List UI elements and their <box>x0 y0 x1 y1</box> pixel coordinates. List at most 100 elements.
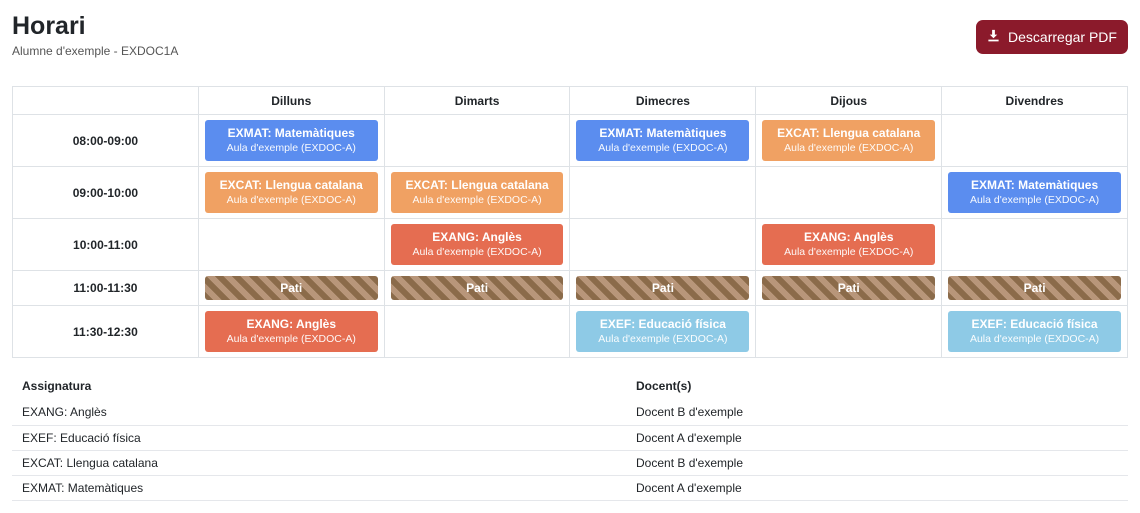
time-slot: 10:00-11:00 <box>12 218 199 271</box>
class-room: Aula d'exemple (EXDOC-A) <box>784 142 914 154</box>
time-slot: 09:00-10:00 <box>12 166 199 219</box>
schedule-cell: EXCAT: Llengua catalana Aula d'exemple (… <box>197 166 385 219</box>
day-header: Dijous <box>755 86 943 115</box>
schedule-cell: EXANG: Anglès Aula d'exemple (EXDOC-A) <box>197 305 385 358</box>
schedule-cell: EXMAT: Matemàtiques Aula d'exemple (EXDO… <box>941 166 1128 219</box>
class-subject: EXANG: Anglès <box>803 230 894 244</box>
table-row: EXCAT: Llengua catalana Docent B d'exemp… <box>12 450 1128 476</box>
schedule-row: 09:00-10:00 EXCAT: Llengua catalana Aula… <box>12 166 1128 219</box>
subject-cell: EXMAT: Matemàtiques <box>12 475 626 501</box>
download-icon <box>987 29 1000 45</box>
schedule-cell: EXMAT: Matemàtiques Aula d'exemple (EXDO… <box>569 114 757 167</box>
schedule-cell: Pati <box>569 270 757 306</box>
class-room: Aula d'exemple (EXDOC-A) <box>598 142 728 154</box>
break-block: Pati <box>390 276 564 300</box>
break-block: Pati <box>762 276 936 300</box>
subject-cell: EXEF: Educació física <box>12 425 626 451</box>
time-slot: 11:30-12:30 <box>12 305 199 358</box>
class-subject: EXANG: Anglès <box>246 317 337 331</box>
schedule-cell: EXEF: Educació física Aula d'exemple (EX… <box>941 305 1128 358</box>
break-block: Pati <box>576 276 750 300</box>
class-subject: EXEF: Educació física <box>971 317 1098 331</box>
class-block[interactable]: EXMAT: Matemàtiques Aula d'exemple (EXDO… <box>204 120 378 161</box>
table-row: EXANG: Anglès Docent B d'exemple <box>12 400 1128 426</box>
empty-cell <box>197 218 385 271</box>
class-room: Aula d'exemple (EXDOC-A) <box>412 194 542 206</box>
class-room: Aula d'exemple (EXDOC-A) <box>784 246 914 258</box>
class-room: Aula d'exemple (EXDOC-A) <box>969 194 1100 206</box>
teacher-cell: Docent B d'exemple <box>626 400 1128 426</box>
page-subtitle: Alumne d'exemple - EXDOC1A <box>12 44 179 58</box>
time-slot: 11:00-11:30 <box>12 270 199 306</box>
class-room: Aula d'exemple (EXDOC-A) <box>226 333 356 345</box>
schedule-cell: EXMAT: Matemàtiques Aula d'exemple (EXDO… <box>197 114 385 167</box>
download-pdf-label: Descarregar PDF <box>1008 29 1117 45</box>
day-header: Divendres <box>941 86 1128 115</box>
class-block[interactable]: EXMAT: Matemàtiques Aula d'exemple (EXDO… <box>948 172 1121 213</box>
class-subject: EXMAT: Matemàtiques <box>227 126 355 140</box>
schedule-row: 11:00-11:30 Pati Pati Pati Pati Pati <box>12 270 1128 306</box>
day-header: Dilluns <box>197 86 385 115</box>
class-block[interactable]: EXEF: Educació física Aula d'exemple (EX… <box>948 311 1121 352</box>
class-block[interactable]: EXMAT: Matemàtiques Aula d'exemple (EXDO… <box>576 120 750 161</box>
class-subject: EXCAT: Llengua catalana <box>405 178 549 192</box>
class-block[interactable]: EXCAT: Llengua catalana Aula d'exemple (… <box>762 120 936 161</box>
time-slot: 08:00-09:00 <box>12 114 199 167</box>
table-row: EXMAT: Matemàtiques Docent A d'exemple <box>12 475 1128 501</box>
schedule-cell: EXCAT: Llengua catalana Aula d'exemple (… <box>755 114 943 167</box>
schedule-row: 11:30-12:30 EXANG: Anglès Aula d'exemple… <box>12 305 1128 358</box>
teacher-column-header: Docent(s) <box>636 379 692 393</box>
empty-cell <box>941 218 1128 271</box>
empty-cell <box>755 166 943 219</box>
schedule-cell: EXANG: Anglès Aula d'exemple (EXDOC-A) <box>383 218 571 271</box>
schedule-cell: Pati <box>941 270 1128 306</box>
class-block[interactable]: EXANG: Anglès Aula d'exemple (EXDOC-A) <box>390 224 564 265</box>
schedule-cell: EXANG: Anglès Aula d'exemple (EXDOC-A) <box>755 218 943 271</box>
class-room: Aula d'exemple (EXDOC-A) <box>412 246 542 258</box>
empty-cell <box>383 305 571 358</box>
teacher-cell: Docent B d'exemple <box>626 450 1128 476</box>
break-block: Pati <box>948 276 1121 300</box>
subject-cell: EXANG: Anglès <box>12 400 626 426</box>
corner-cell <box>12 86 199 115</box>
class-block[interactable]: EXANG: Anglès Aula d'exemple (EXDOC-A) <box>762 224 936 265</box>
class-block[interactable]: EXANG: Anglès Aula d'exemple (EXDOC-A) <box>204 311 378 352</box>
teacher-cell: Docent A d'exemple <box>626 475 1128 501</box>
subject-column-header: Assignatura <box>22 379 92 393</box>
schedule-cell: Pati <box>383 270 571 306</box>
teachers-table: Assignatura Docent(s) EXANG: Anglès Doce… <box>12 372 1128 501</box>
class-room: Aula d'exemple (EXDOC-A) <box>226 142 356 154</box>
class-subject: EXCAT: Llengua catalana <box>777 126 921 140</box>
class-block[interactable]: EXCAT: Llengua catalana Aula d'exemple (… <box>204 172 378 213</box>
class-subject: EXEF: Educació física <box>599 317 726 331</box>
empty-cell <box>569 218 757 271</box>
class-subject: EXMAT: Matemàtiques <box>971 178 1099 192</box>
subject-cell: EXCAT: Llengua catalana <box>12 450 626 476</box>
schedule-row: 08:00-09:00 EXMAT: Matemàtiques Aula d'e… <box>12 114 1128 167</box>
empty-cell <box>569 166 757 219</box>
schedule-cell: EXEF: Educació física Aula d'exemple (EX… <box>569 305 757 358</box>
class-block[interactable]: EXEF: Educació física Aula d'exemple (EX… <box>576 311 750 352</box>
class-room: Aula d'exemple (EXDOC-A) <box>598 333 728 345</box>
empty-cell <box>383 114 571 167</box>
schedule-row: 10:00-11:00 EXANG: Anglès Aula d'exemple… <box>12 218 1128 271</box>
schedule-cell: Pati <box>197 270 385 306</box>
schedule-table: Dilluns Dimarts Dimecres Dijous Divendre… <box>12 86 1128 358</box>
class-subject: EXCAT: Llengua catalana <box>219 178 363 192</box>
schedule-cell: EXCAT: Llengua catalana Aula d'exemple (… <box>383 166 571 219</box>
empty-cell <box>755 305 943 358</box>
class-block[interactable]: EXCAT: Llengua catalana Aula d'exemple (… <box>390 172 564 213</box>
class-room: Aula d'exemple (EXDOC-A) <box>969 333 1100 345</box>
break-block: Pati <box>204 276 378 300</box>
class-room: Aula d'exemple (EXDOC-A) <box>226 194 356 206</box>
class-subject: EXANG: Anglès <box>432 230 522 244</box>
teacher-cell: Docent A d'exemple <box>626 425 1128 451</box>
empty-cell <box>941 114 1128 167</box>
table-row: EXEF: Educació física Docent A d'exemple <box>12 425 1128 451</box>
class-subject: EXMAT: Matemàtiques <box>599 126 727 140</box>
schedule-cell: Pati <box>755 270 943 306</box>
page-title: Horari <box>12 12 86 40</box>
day-header: Dimarts <box>383 86 571 115</box>
day-header: Dimecres <box>569 86 757 115</box>
download-pdf-button[interactable]: Descarregar PDF <box>976 20 1128 54</box>
